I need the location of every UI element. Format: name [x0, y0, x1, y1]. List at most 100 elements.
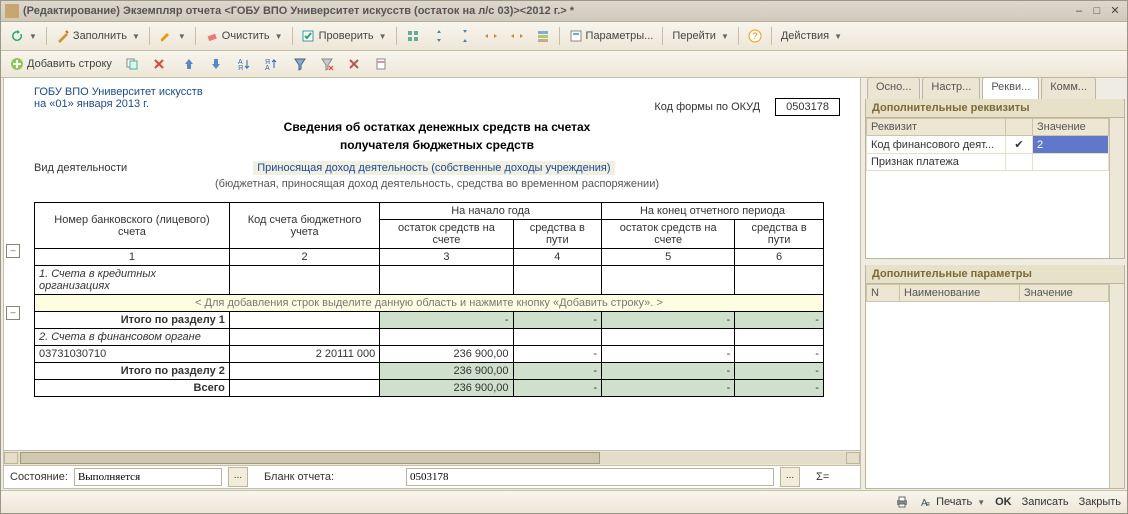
- collapse-v-icon: [458, 29, 472, 43]
- refresh-icon: [10, 29, 24, 43]
- par-col-3: Значение: [1020, 285, 1109, 302]
- printer-button[interactable]: [895, 495, 909, 509]
- refresh-button[interactable]: ▼: [5, 25, 42, 47]
- par-col-1: N: [867, 285, 900, 302]
- scroll-left[interactable]: [4, 452, 18, 464]
- move-up-button[interactable]: [177, 53, 201, 75]
- activity-label: Вид деятельности: [34, 162, 127, 174]
- minimize-button[interactable]: –: [1071, 4, 1087, 18]
- colnum-3: 3: [380, 249, 513, 266]
- ok-button[interactable]: OK: [995, 496, 1012, 508]
- colnum-1: 1: [35, 249, 230, 266]
- sort-asc-icon: AЯ: [236, 57, 250, 71]
- outline-toggle-1[interactable]: –: [6, 244, 20, 258]
- tab-settings[interactable]: Настр...: [922, 77, 980, 99]
- close-button[interactable]: ✕: [1107, 4, 1123, 18]
- svg-text:я: я: [926, 501, 930, 508]
- add-row-button[interactable]: Добавить строку: [5, 53, 117, 75]
- tab-main[interactable]: Осно...: [867, 77, 920, 99]
- okud-code: 0503178: [776, 99, 839, 115]
- window-title: (Редактирование) Экземпляр отчета <ГОБУ …: [23, 5, 574, 17]
- fill-button[interactable]: Заполнить▼: [51, 25, 145, 47]
- tool-4[interactable]: [479, 25, 503, 47]
- funnel-icon: [293, 57, 307, 71]
- delete-row-button[interactable]: [147, 53, 171, 75]
- state-field[interactable]: [74, 468, 222, 486]
- tool-2[interactable]: [427, 25, 451, 47]
- outline-toggle-2[interactable]: –: [6, 306, 20, 320]
- h-scrollbar[interactable]: [4, 450, 860, 465]
- report-title-1: Сведения об остатках денежных средств на…: [34, 120, 840, 134]
- th-start: На начало года: [380, 203, 602, 220]
- arrow-down-icon: [209, 57, 223, 71]
- help-button[interactable]: ?: [743, 25, 767, 47]
- clear-button[interactable]: Очистить▼: [200, 25, 288, 47]
- actions-button[interactable]: Действия▼: [776, 25, 847, 47]
- tool-3[interactable]: [453, 25, 477, 47]
- check-button[interactable]: Проверить▼: [297, 25, 392, 47]
- svg-text:A: A: [265, 65, 270, 71]
- tool-1[interactable]: [401, 25, 425, 47]
- sheet-button[interactable]: [369, 53, 393, 75]
- total-2: Итого по разделу 2: [35, 363, 230, 380]
- cell-code[interactable]: 2 20111 000: [229, 346, 379, 363]
- scroll-right[interactable]: [846, 452, 860, 464]
- blank-picker[interactable]: ...: [780, 467, 800, 487]
- req-vscroll[interactable]: [1109, 118, 1124, 258]
- check-icon: [302, 29, 316, 43]
- delete-icon: [152, 57, 166, 71]
- tool-6[interactable]: [531, 25, 555, 47]
- remove-button[interactable]: [342, 53, 366, 75]
- arrow-up-icon: [182, 57, 196, 71]
- copy-icon: [125, 57, 139, 71]
- colnum-5: 5: [602, 249, 735, 266]
- state-picker[interactable]: ...: [228, 467, 248, 487]
- goto-button[interactable]: Перейти▼: [667, 25, 734, 47]
- grid-icon: [406, 29, 420, 43]
- tool-5[interactable]: [505, 25, 529, 47]
- titlebar: (Редактирование) Экземпляр отчета <ГОБУ …: [1, 1, 1127, 22]
- close-footer-button[interactable]: Закрыть: [1079, 496, 1121, 508]
- section-1: 1. Счета в кредитных организациях: [35, 266, 230, 295]
- sigma-label: Σ=: [816, 471, 829, 483]
- sort-desc-icon: ЯA: [263, 57, 277, 71]
- maximize-button[interactable]: □: [1089, 4, 1105, 18]
- data-row[interactable]: 03731030710 2 20111 000 236 900,00 ---: [35, 346, 824, 363]
- cell-val1[interactable]: 236 900,00: [380, 346, 513, 363]
- svg-text:?: ?: [752, 31, 757, 41]
- edit-button[interactable]: ▼: [154, 25, 191, 47]
- params-header: Дополнительные параметры: [865, 265, 1125, 284]
- section-2: 2. Счета в финансовом органе: [35, 329, 230, 346]
- report-date: на «01» января 2013 г.: [34, 98, 334, 110]
- blank-field[interactable]: [406, 468, 774, 486]
- copy-row-button[interactable]: [120, 53, 144, 75]
- tab-comments[interactable]: Комм...: [1041, 77, 1096, 99]
- activity-value[interactable]: Приносящая доход деятельность (собственн…: [253, 161, 614, 175]
- req-row-2[interactable]: Признак платежа: [867, 154, 1109, 171]
- state-label: Состояние:: [10, 471, 68, 483]
- par-vscroll[interactable]: [1109, 284, 1124, 488]
- sub-toolbar: Добавить строку AЯ ЯA: [1, 51, 1127, 78]
- move-down-button[interactable]: [204, 53, 228, 75]
- req-row-1[interactable]: Код финансового деят...✔2: [867, 136, 1109, 154]
- filter-clear-button[interactable]: [315, 53, 339, 75]
- cell-acct[interactable]: 03731030710: [35, 346, 230, 363]
- scroll-thumb[interactable]: [20, 452, 600, 464]
- report-title-2: получателя бюджетных средств: [34, 138, 840, 152]
- req-col-1: Реквизит: [867, 119, 1006, 136]
- app-icon: [5, 4, 19, 18]
- layers-icon: [536, 29, 550, 43]
- sort-desc-button[interactable]: ЯA: [258, 53, 282, 75]
- th-transit-start: средства в пути: [513, 220, 602, 249]
- help-icon: ?: [748, 29, 762, 43]
- add-hint[interactable]: < Для добавления строк выделите данную о…: [35, 295, 824, 312]
- filter-button[interactable]: [288, 53, 312, 75]
- document-area[interactable]: – – ГОБУ ВПО Университет искусств на «01…: [4, 78, 860, 450]
- params-button[interactable]: Параметры...: [564, 25, 659, 47]
- print-button[interactable]: AяПечать▼: [919, 495, 985, 509]
- th-code: Код счета бюджетного учета: [229, 203, 379, 249]
- sort-asc-button[interactable]: AЯ: [231, 53, 255, 75]
- tab-requisites[interactable]: Рекви...: [982, 77, 1039, 99]
- save-button[interactable]: Записать: [1022, 496, 1069, 508]
- th-end: На конец отчетного периода: [602, 203, 824, 220]
